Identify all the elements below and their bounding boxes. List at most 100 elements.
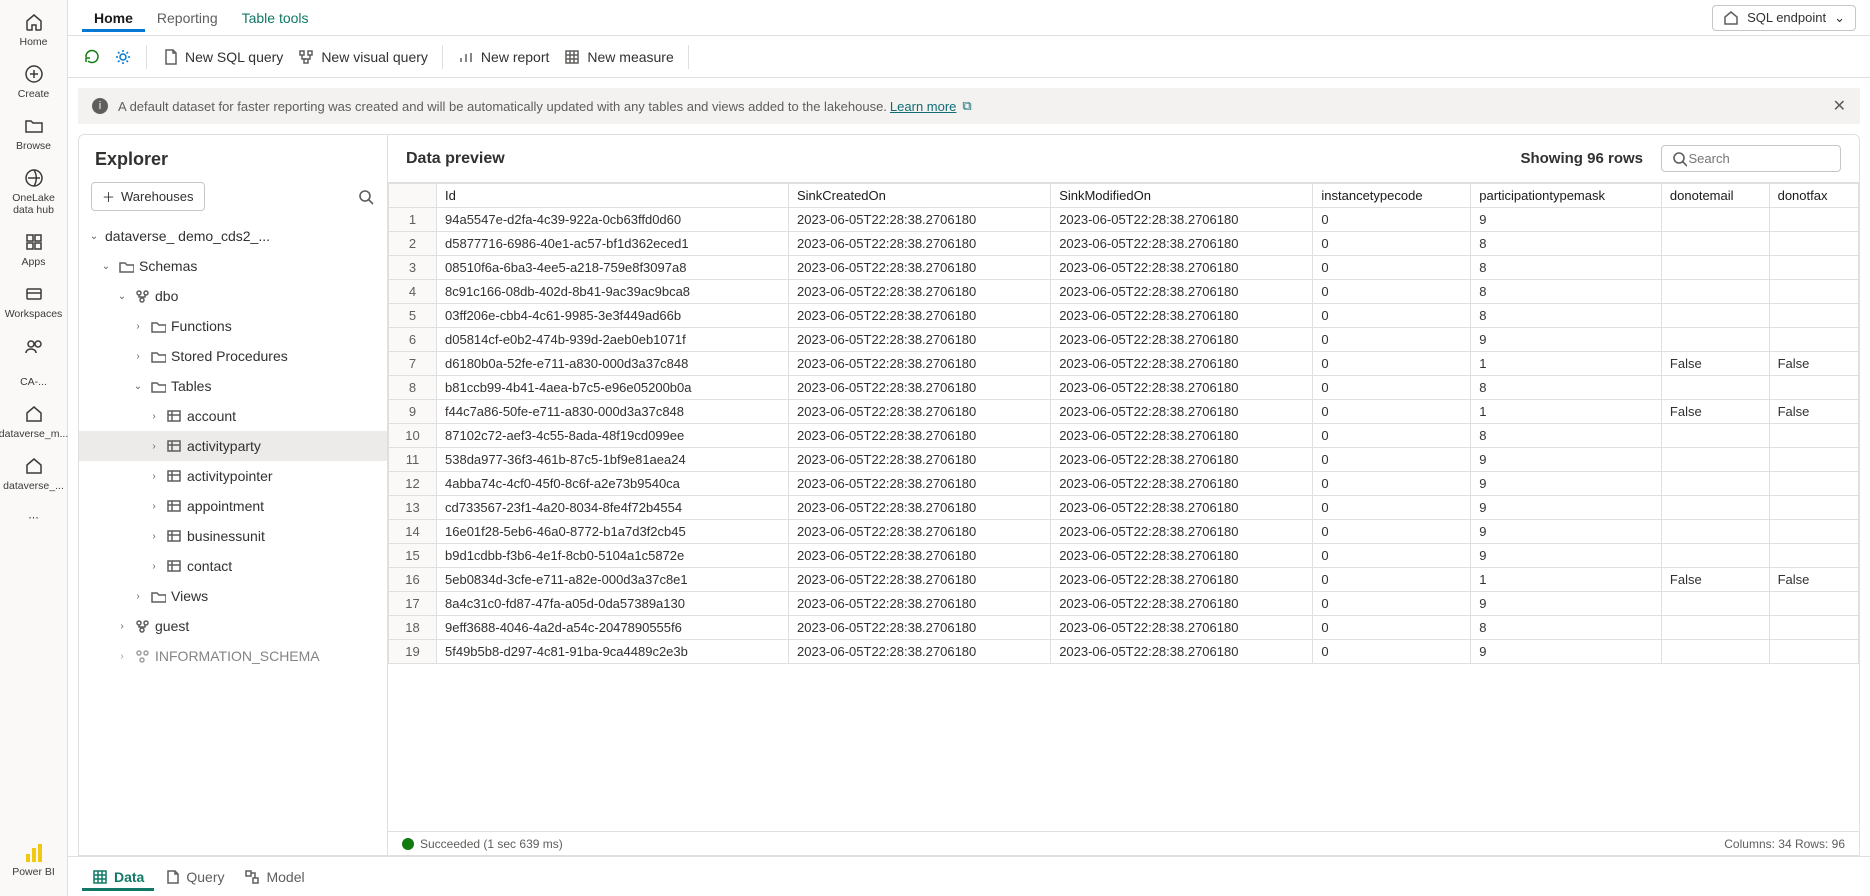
rail-onelake[interactable]: OneLake data hub bbox=[4, 162, 64, 226]
data-cell[interactable]: 2023-06-05T22:28:38.2706180 bbox=[1051, 496, 1313, 520]
data-row[interactable]: 1087102c72-aef3-4c55-8ada-48f19cd099ee20… bbox=[389, 424, 1859, 448]
data-cell[interactable]: f44c7a86-50fe-e711-a830-000d3a37c848 bbox=[437, 400, 789, 424]
data-row[interactable]: 1416e01f28-5eb6-46a0-8772-b1a7d3f2cb4520… bbox=[389, 520, 1859, 544]
col-header[interactable]: donotemail bbox=[1661, 184, 1769, 208]
data-cell[interactable]: False bbox=[1661, 400, 1769, 424]
data-cell[interactable]: 9 bbox=[1471, 520, 1662, 544]
rail-people[interactable] bbox=[4, 330, 64, 366]
data-row[interactable]: 8b81ccb99-4b41-4aea-b7c5-e96e05200b0a202… bbox=[389, 376, 1859, 400]
data-cell[interactable]: 9 bbox=[1471, 328, 1662, 352]
data-cell[interactable] bbox=[1661, 376, 1769, 400]
data-cell[interactable]: 5eb0834d-3cfe-e711-a82e-000d3a37c8e1 bbox=[437, 568, 789, 592]
data-cell[interactable]: False bbox=[1769, 352, 1858, 376]
new-report-button[interactable]: New report bbox=[457, 48, 549, 66]
tree-item-information-schema[interactable]: ›INFORMATION_SCHEMA bbox=[79, 641, 387, 671]
data-cell[interactable]: 8 bbox=[1471, 376, 1662, 400]
data-cell[interactable]: 2023-06-05T22:28:38.2706180 bbox=[1051, 232, 1313, 256]
data-cell[interactable]: 2023-06-05T22:28:38.2706180 bbox=[789, 616, 1051, 640]
data-cell[interactable]: 2023-06-05T22:28:38.2706180 bbox=[789, 544, 1051, 568]
data-cell[interactable]: 2023-06-05T22:28:38.2706180 bbox=[789, 352, 1051, 376]
data-cell[interactable]: b9d1cdbb-f3b6-4e1f-8cb0-5104a1c5872e bbox=[437, 544, 789, 568]
data-cell[interactable] bbox=[1661, 280, 1769, 304]
data-cell[interactable] bbox=[1769, 304, 1858, 328]
data-cell[interactable]: 538da977-36f3-461b-87c5-1bf9e81aea24 bbox=[437, 448, 789, 472]
data-cell[interactable]: 2023-06-05T22:28:38.2706180 bbox=[789, 304, 1051, 328]
data-cell[interactable] bbox=[1769, 280, 1858, 304]
data-cell[interactable]: 2023-06-05T22:28:38.2706180 bbox=[1051, 304, 1313, 328]
data-cell[interactable]: 2023-06-05T22:28:38.2706180 bbox=[1051, 256, 1313, 280]
rail-apps[interactable]: Apps bbox=[4, 226, 64, 278]
data-cell[interactable]: False bbox=[1769, 400, 1858, 424]
data-cell[interactable] bbox=[1661, 256, 1769, 280]
data-cell[interactable]: 2023-06-05T22:28:38.2706180 bbox=[1051, 568, 1313, 592]
data-cell[interactable]: 2023-06-05T22:28:38.2706180 bbox=[1051, 520, 1313, 544]
data-grid[interactable]: IdSinkCreatedOnSinkModifiedOninstancetyp… bbox=[388, 182, 1859, 831]
new-visual-query-button[interactable]: New visual query bbox=[297, 48, 428, 66]
data-cell[interactable] bbox=[1769, 616, 1858, 640]
data-cell[interactable]: 2023-06-05T22:28:38.2706180 bbox=[1051, 640, 1313, 664]
tree-item-functions[interactable]: ›Functions bbox=[79, 311, 387, 341]
rail-workspaces[interactable]: Workspaces bbox=[4, 278, 64, 330]
data-cell[interactable]: 2023-06-05T22:28:38.2706180 bbox=[1051, 592, 1313, 616]
data-cell[interactable]: 2023-06-05T22:28:38.2706180 bbox=[789, 520, 1051, 544]
add-warehouses-button[interactable]: ＋Warehouses bbox=[91, 182, 205, 211]
data-row[interactable]: 9f44c7a86-50fe-e711-a830-000d3a37c848202… bbox=[389, 400, 1859, 424]
data-cell[interactable]: 0 bbox=[1313, 640, 1471, 664]
data-cell[interactable]: 2023-06-05T22:28:38.2706180 bbox=[789, 232, 1051, 256]
learn-more-link[interactable]: Learn more bbox=[890, 99, 956, 114]
rail-browse[interactable]: Browse bbox=[4, 110, 64, 162]
data-cell[interactable] bbox=[1769, 208, 1858, 232]
tree-item-stored-procedures[interactable]: ›Stored Procedures bbox=[79, 341, 387, 371]
data-row[interactable]: 11538da977-36f3-461b-87c5-1bf9e81aea2420… bbox=[389, 448, 1859, 472]
data-cell[interactable]: 0 bbox=[1313, 520, 1471, 544]
data-cell[interactable]: 4abba74c-4cf0-45f0-8c6f-a2e73b9540ca bbox=[437, 472, 789, 496]
tree-item-guest[interactable]: ›guest bbox=[79, 611, 387, 641]
new-sql-query-button[interactable]: New SQL query bbox=[161, 48, 283, 66]
data-row[interactable]: 6d05814cf-e0b2-474b-939d-2aeb0eb1071f202… bbox=[389, 328, 1859, 352]
data-cell[interactable] bbox=[1769, 256, 1858, 280]
data-cell[interactable]: 0 bbox=[1313, 544, 1471, 568]
data-cell[interactable]: 2023-06-05T22:28:38.2706180 bbox=[1051, 472, 1313, 496]
data-cell[interactable]: 2023-06-05T22:28:38.2706180 bbox=[1051, 424, 1313, 448]
data-cell[interactable]: 2023-06-05T22:28:38.2706180 bbox=[1051, 616, 1313, 640]
data-cell[interactable]: 0 bbox=[1313, 232, 1471, 256]
tab-table-tools[interactable]: Table tools bbox=[230, 4, 321, 32]
bottom-tab-model[interactable]: Model bbox=[234, 863, 314, 891]
data-cell[interactable]: 9eff3688-4046-4a2d-a54c-2047890555f6 bbox=[437, 616, 789, 640]
data-row[interactable]: 178a4c31c0-fd87-47fa-a05d-0da57389a13020… bbox=[389, 592, 1859, 616]
data-cell[interactable]: 2023-06-05T22:28:38.2706180 bbox=[1051, 328, 1313, 352]
data-cell[interactable]: d5877716-6986-40e1-ac57-bf1d362eced1 bbox=[437, 232, 789, 256]
tree-item-tables[interactable]: ⌄Tables bbox=[79, 371, 387, 401]
rail-dv[interactable]: dataverse_... bbox=[4, 450, 64, 502]
data-row[interactable]: 189eff3688-4046-4a2d-a54c-2047890555f620… bbox=[389, 616, 1859, 640]
data-cell[interactable] bbox=[1661, 472, 1769, 496]
data-cell[interactable]: 9 bbox=[1471, 496, 1662, 520]
data-cell[interactable]: 9 bbox=[1471, 592, 1662, 616]
data-cell[interactable] bbox=[1769, 496, 1858, 520]
data-cell[interactable]: 2023-06-05T22:28:38.2706180 bbox=[789, 376, 1051, 400]
data-cell[interactable]: 1 bbox=[1471, 352, 1662, 376]
data-row[interactable]: 503ff206e-cbb4-4c61-9985-3e3f449ad66b202… bbox=[389, 304, 1859, 328]
data-cell[interactable] bbox=[1769, 472, 1858, 496]
data-row[interactable]: 165eb0834d-3cfe-e711-a82e-000d3a37c8e120… bbox=[389, 568, 1859, 592]
data-cell[interactable] bbox=[1769, 232, 1858, 256]
data-cell[interactable]: 0 bbox=[1313, 400, 1471, 424]
data-cell[interactable] bbox=[1661, 544, 1769, 568]
data-cell[interactable] bbox=[1769, 448, 1858, 472]
data-row[interactable]: 7d6180b0a-52fe-e711-a830-000d3a37c848202… bbox=[389, 352, 1859, 376]
col-header[interactable]: Id bbox=[437, 184, 789, 208]
data-cell[interactable]: 9 bbox=[1471, 472, 1662, 496]
data-cell[interactable]: 2023-06-05T22:28:38.2706180 bbox=[1051, 544, 1313, 568]
data-cell[interactable]: 0 bbox=[1313, 352, 1471, 376]
data-cell[interactable]: 0 bbox=[1313, 208, 1471, 232]
data-cell[interactable]: 0 bbox=[1313, 472, 1471, 496]
data-cell[interactable]: 2023-06-05T22:28:38.2706180 bbox=[1051, 352, 1313, 376]
data-cell[interactable]: 03ff206e-cbb4-4c61-9985-3e3f449ad66b bbox=[437, 304, 789, 328]
data-cell[interactable]: 0 bbox=[1313, 496, 1471, 520]
data-cell[interactable]: d6180b0a-52fe-e711-a830-000d3a37c848 bbox=[437, 352, 789, 376]
data-cell[interactable] bbox=[1661, 616, 1769, 640]
data-cell[interactable]: 8 bbox=[1471, 256, 1662, 280]
data-cell[interactable]: cd733567-23f1-4a20-8034-8fe4f72b4554 bbox=[437, 496, 789, 520]
data-cell[interactable]: 8c91c166-08db-402d-8b41-9ac39ac9bca8 bbox=[437, 280, 789, 304]
sql-endpoint-dropdown[interactable]: SQL endpoint ⌄ bbox=[1712, 5, 1856, 31]
